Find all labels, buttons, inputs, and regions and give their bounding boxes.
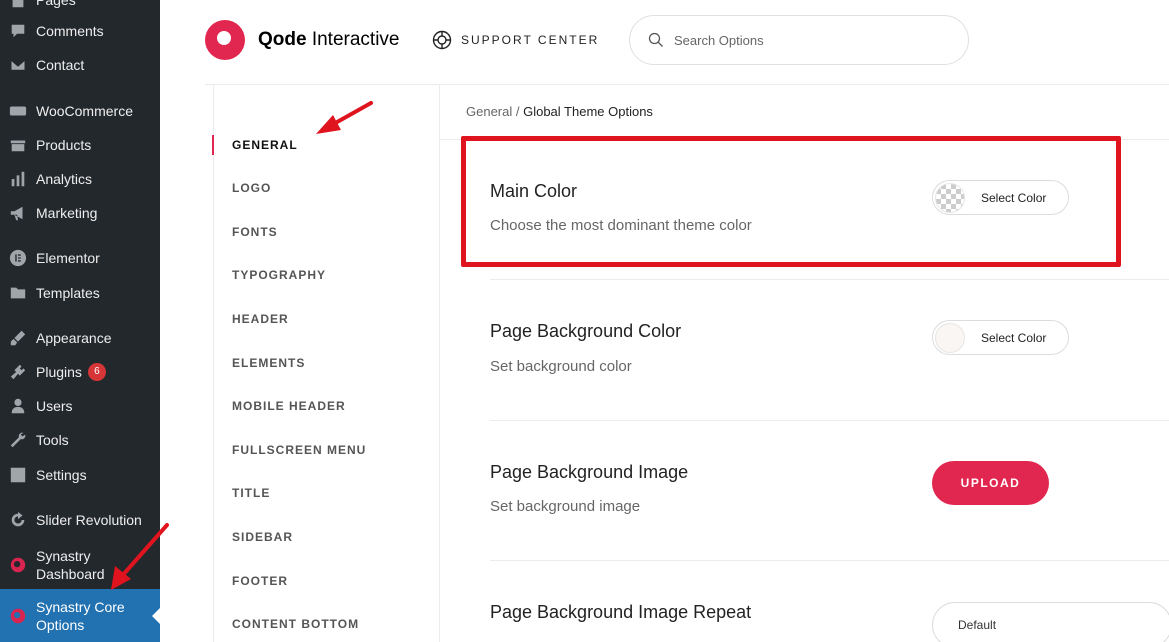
options-nav-fullscreen-menu[interactable]: FULLSCREEN MENU [232, 443, 366, 457]
options-nav-elements[interactable]: ELEMENTS [232, 356, 305, 370]
sidebar-item-comments[interactable]: Comments [0, 14, 160, 48]
sidebar-item-label: Templates [36, 285, 100, 301]
page-bg-repeat-title: Page Background Image Repeat [490, 602, 752, 622]
page-bg-color-title: Page Background Color [490, 321, 682, 341]
brand-name-bold: Qode [258, 29, 307, 50]
brand-name: Qode Interactive [258, 29, 400, 51]
megaphone-icon [0, 204, 36, 222]
options-nav-mobile-header[interactable]: MOBILE HEADER [232, 399, 346, 413]
upload-button[interactable]: UPLOAD [932, 461, 1049, 505]
sidebar-item-slider-revolution[interactable]: Slider Revolution [0, 503, 160, 537]
sidebar-item-label: Synastry Dashboard [36, 548, 105, 582]
sidebar-item-synastry-dashboard[interactable]: Synastry Dashboard [0, 546, 160, 584]
sidebar-item-label: WooCommerce [36, 103, 133, 119]
sidebar-item-contact[interactable]: Contact [0, 48, 160, 82]
row-divider [490, 279, 1169, 280]
brand-name-rest: Interactive [306, 29, 400, 50]
options-nav-sidebar[interactable]: SIDEBAR [232, 530, 293, 544]
options-nav-fonts[interactable]: FONTS [232, 225, 278, 239]
synastry-icon [0, 556, 36, 574]
lifebuoy-icon [432, 30, 452, 50]
sidebar-item-label: Synastry Core Options [36, 598, 125, 633]
products-icon [0, 136, 36, 154]
wp-admin-sidebar: Pages Comments Contact WooCommerce Produ… [0, 0, 160, 642]
sidebar-item-label: Users [36, 398, 73, 414]
sidebar-item-label: Slider Revolution [36, 512, 142, 528]
sidebar-item-label: Marketing [36, 205, 98, 221]
sidebar-item-label: Elementor [36, 250, 100, 266]
sidebar-item-label: Products [36, 137, 92, 153]
sidebar-item-label: Comments [36, 23, 104, 39]
select-color-label: Select Color [981, 330, 1047, 345]
sidebar-item-label: Plugins [36, 364, 82, 380]
sidebar-item-settings[interactable]: Settings [0, 458, 160, 492]
page-bg-image-description: Set background image [490, 498, 641, 515]
brand: Qode Interactive [205, 20, 400, 60]
sidebar-item-appearance[interactable]: Appearance [0, 321, 160, 355]
synastry-icon [0, 607, 36, 625]
page-bg-repeat-select[interactable]: Default [932, 602, 1169, 642]
sidebar-item-plugins[interactable]: Plugins 6 [0, 355, 160, 389]
options-nav-content-bottom[interactable]: CONTENT BOTTOM [232, 617, 359, 631]
sidebar-item-woocommerce[interactable]: WooCommerce [0, 94, 160, 128]
options-nav-general[interactable]: GENERAL [232, 138, 298, 152]
breadcrumb-parent[interactable]: General [466, 104, 512, 119]
comments-icon [0, 22, 36, 40]
support-center-label: SUPPORT CENTER [461, 33, 600, 47]
sidebar-item-templates[interactable]: Templates [0, 276, 160, 310]
search-input[interactable] [674, 32, 944, 48]
active-indicator [212, 135, 214, 155]
refresh-icon [0, 511, 36, 529]
sidebar-item-users[interactable]: Users [0, 389, 160, 423]
page-bg-image-title: Page Background Image [490, 462, 689, 482]
pages-icon [0, 0, 36, 9]
sidebar-item-elementor[interactable]: Elementor [0, 241, 160, 275]
settings-icon [0, 466, 36, 484]
search-box[interactable] [629, 15, 969, 65]
sidebar-item-synastry-core-options[interactable]: Synastry Core Options [0, 589, 160, 642]
color-swatch [935, 322, 965, 353]
sidebar-item-tools[interactable]: Tools [0, 423, 160, 457]
folder-icon [0, 284, 36, 302]
elementor-icon [0, 249, 36, 267]
breadcrumb-current: Global Theme Options [523, 104, 653, 119]
options-nav: GENERAL LOGO FONTS TYPOGRAPHY HEADER ELE… [205, 85, 440, 642]
breadcrumb-separator: / [512, 104, 524, 119]
page-bg-color-picker-button[interactable]: Select Color [932, 320, 1069, 355]
page-bg-color-description: Set background color [490, 358, 632, 375]
row-divider [490, 420, 1169, 421]
brush-icon [0, 329, 36, 347]
breadcrumb: General / Global Theme Options [466, 104, 653, 119]
woocommerce-icon [0, 102, 36, 120]
options-nav-header[interactable]: HEADER [232, 312, 289, 326]
options-nav-footer[interactable]: FOOTER [232, 574, 288, 588]
sidebar-item-label: Appearance [36, 330, 112, 346]
analytics-icon [0, 170, 36, 188]
options-nav-typography[interactable]: TYPOGRAPHY [232, 268, 326, 282]
qode-logo-icon [205, 20, 245, 60]
support-center-link[interactable]: SUPPORT CENTER [432, 30, 599, 50]
options-nav-rail [213, 85, 214, 642]
annotation-highlight-box [461, 136, 1121, 267]
mail-icon [0, 56, 36, 74]
sidebar-item-label: Pages [36, 0, 76, 8]
sidebar-item-products[interactable]: Products [0, 128, 160, 162]
wrench-icon [0, 431, 36, 449]
row-divider [490, 560, 1169, 561]
sidebar-item-analytics[interactable]: Analytics [0, 162, 160, 196]
plugins-update-badge: 6 [87, 363, 106, 381]
sidebar-item-label: Contact [36, 57, 85, 73]
user-icon [0, 397, 36, 415]
sidebar-item-label: Analytics [36, 171, 93, 187]
sidebar-item-label: Tools [36, 432, 69, 448]
search-icon [648, 32, 663, 47]
sidebar-item-label: Settings [36, 467, 87, 483]
options-nav-logo[interactable]: LOGO [232, 181, 271, 195]
sidebar-item-marketing[interactable]: Marketing [0, 196, 160, 230]
plugin-icon [0, 363, 36, 381]
options-nav-title[interactable]: TITLE [232, 486, 270, 500]
